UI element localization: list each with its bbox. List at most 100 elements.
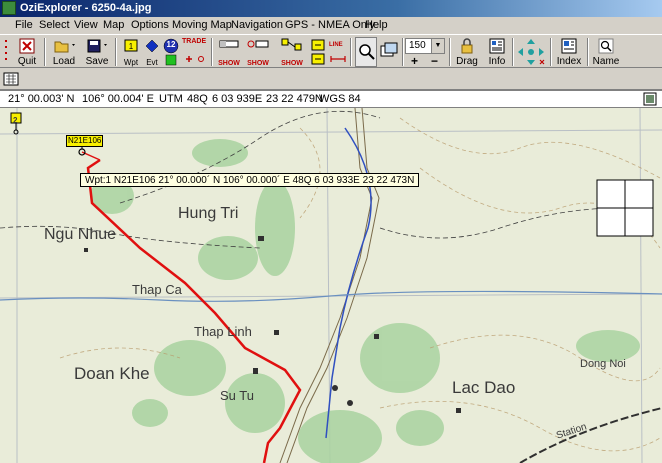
secondary-toolbar [0,68,662,90]
line-button[interactable]: LINE [328,37,348,67]
pan-control[interactable] [515,37,547,67]
place-thap-linh: Thap Linh [194,324,252,339]
drag-label: Drag [456,56,478,67]
waypoint-list-button[interactable] [308,37,328,67]
calculator-icon[interactable] [3,71,19,87]
menu-file[interactable]: File [15,19,33,31]
waypoint-list-icon [311,39,325,65]
place-thap-ca: Thap Ca [132,282,182,297]
quit-label: Quit [17,56,37,67]
track-number-button[interactable]: 12 [162,37,180,67]
index-button[interactable]: Index [554,37,584,67]
disk-save-icon [87,39,107,53]
show-routes-button[interactable]: SHOW [278,37,306,67]
route-show-icon [281,38,302,51]
menu-help[interactable]: Help [365,19,388,31]
menu-select[interactable]: Select [39,19,70,31]
waypoint-tooltip: Wpt:1 N21E106 21° 00.000´ N 106° 00.000´… [80,173,420,187]
show-label-2: SHOW [247,60,269,67]
track-show-icon [219,40,239,48]
menu-map[interactable]: Map [103,19,124,31]
diamond-icon [145,39,159,53]
title-bar: OziExplorer - 6250-4a.jpg [0,0,662,17]
show-tracks-button[interactable]: SHOW [216,37,242,67]
menu-navigation[interactable]: Navigation [231,19,283,31]
menu-bar: File Select View Map Options Moving Map … [0,17,662,34]
map-thumbnail-icon[interactable] [643,92,657,106]
show-waypoints-button[interactable]: SHOW [244,37,272,67]
zoom-value: 150 [409,40,426,51]
magnifier-icon [359,44,375,60]
app-icon [2,1,16,15]
show-label-1: SHOW [218,60,240,67]
info-label: Info [488,56,506,67]
line-label: LINE [329,42,343,48]
waypoint-label-tag[interactable]: N21E106 [66,135,104,147]
zoom-dropdown-arrow-icon[interactable]: ▼ [431,39,444,53]
menu-options[interactable]: Options [131,19,169,31]
drag-button[interactable]: Drag [452,37,482,67]
map-view[interactable]: 2 N21E106 Wpt:1 N21E106 21° 00.000´ N 10… [0,108,662,463]
utm-easting: 6 03 939E [212,93,263,105]
window-title: OziExplorer - 6250-4a.jpg [20,2,152,14]
datum: WGS 84 [319,93,361,105]
info-button[interactable]: Info [484,37,510,67]
cursor-latitude: 21° 00.003' N [8,93,75,105]
menu-view[interactable]: View [74,19,98,31]
svg-text:1: 1 [129,42,134,51]
utm-zone: 48Q [187,93,208,105]
place-hung-tri: Hung Tri [178,205,239,222]
zoom-control: 150 ▼ + − [405,37,445,68]
show-label-3: SHOW [281,60,303,67]
save-label: Save [85,56,109,67]
quit-icon [19,38,35,54]
event-label: Evt [146,58,158,67]
index-icon [561,38,577,54]
map-window-button[interactable] [378,37,400,67]
place-ngu-nhue: Ngu Nhue [44,226,117,243]
waypoint-flag-icon: 1 [124,39,138,52]
folder-open-icon [54,41,75,53]
marker-number: 2 [13,116,18,125]
load-button[interactable]: Load [49,37,79,67]
map-window-icon [380,42,398,57]
index-label: Index [556,56,582,67]
waypoint-name: N21E106 [68,136,102,145]
topo-map [0,108,662,463]
place-dong-noi: Dong Noi [580,358,626,370]
info-icon [489,38,505,54]
name-button[interactable]: Name [591,37,621,67]
menu-moving-map[interactable]: Moving Map [172,19,232,31]
utm-northing: 23 22 479N [266,93,323,105]
name-label: Name [592,56,620,67]
zoom-select[interactable]: 150 ▼ [405,38,445,54]
trade-label: TRADE [182,38,207,45]
toolbar-grip[interactable] [3,38,9,64]
menu-gps[interactable]: GPS - NMEA Only [285,19,375,31]
green-square-icon [165,54,177,66]
coordinate-bar: 21° 00.003' N 106° 00.004' E UTM 48Q 6 0… [0,90,662,108]
event-button[interactable]: Evt [142,37,162,67]
find-button[interactable] [355,37,377,67]
name-search-icon [598,38,614,54]
trade-button[interactable]: TRADE [182,37,208,67]
waypoint-tooltip-text: Wpt:1 N21E106 21° 00.000´ N 106° 00.000´… [85,175,415,186]
cursor-longitude: 106° 00.004' E [82,93,154,105]
place-doan-khe: Doan Khe [74,364,150,383]
zoom-in-icon[interactable]: + [411,54,418,68]
measure-icon [330,56,346,62]
place-lac-dao: Lac Dao [452,378,516,397]
utm-label: UTM [159,93,183,105]
place-su-tu: Su Tu [220,388,254,403]
save-button[interactable]: Save [82,37,112,67]
waypoint-button[interactable]: 1 Wpt [120,37,142,67]
zoom-out-icon[interactable]: − [431,54,438,68]
wpt-show-icon [247,40,269,48]
main-toolbar: Quit Load Save 1 Wpt Evt 12 TRADE SHOW S… [0,34,662,68]
track-number: 12 [166,40,176,49]
load-label: Load [52,56,76,67]
plus-circle-icon [186,56,204,62]
waypoint-label: Wpt [123,58,139,67]
quit-button[interactable]: Quit [13,37,41,67]
lock-icon [461,38,473,54]
